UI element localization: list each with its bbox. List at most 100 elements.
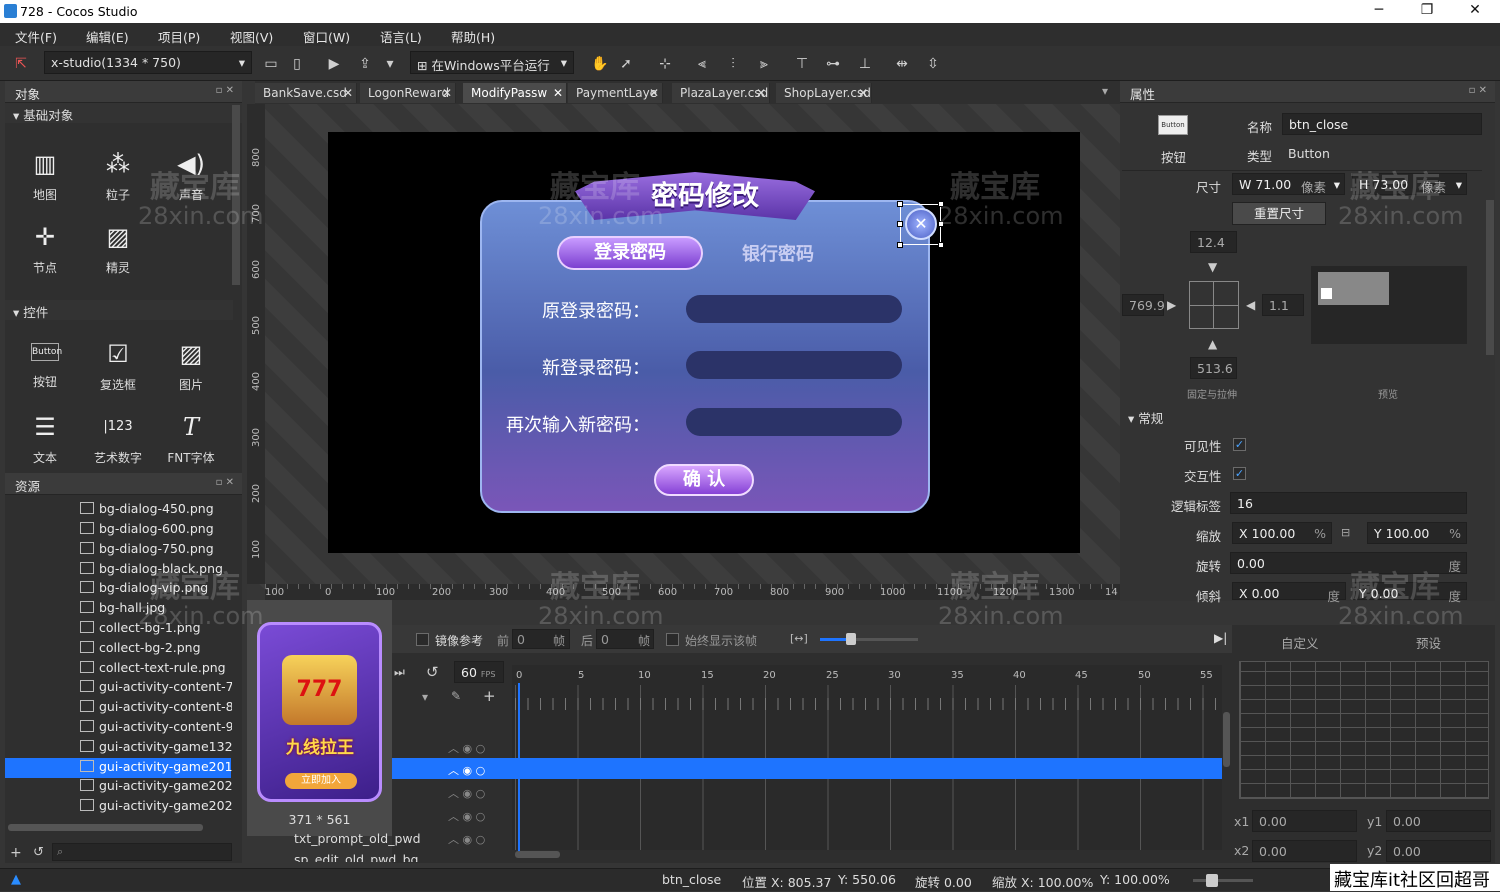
old-password-input[interactable]	[686, 295, 902, 323]
control-checkbox[interactable]: ☑ 复选框	[83, 329, 153, 399]
resize-handle[interactable]	[897, 201, 903, 207]
resource-item[interactable]: gui-activity-content-8.png	[80, 699, 232, 719]
edit-icon[interactable]: ✎	[451, 689, 461, 703]
align-top-icon[interactable]: ⊤	[793, 55, 811, 73]
confirm-password-input[interactable]	[686, 408, 902, 436]
tab-logonreward[interactable]: LogonReward ✕	[360, 83, 456, 103]
panel-close-icon[interactable]: ▫ ✕	[1469, 85, 1487, 96]
object-particle[interactable]: ⁂ 粒子	[83, 139, 153, 209]
tab-shoplayer[interactable]: ShopLayer.csd ✕	[776, 83, 872, 103]
timeline-selected-row[interactable]	[392, 758, 1222, 779]
maximize-button[interactable]: ❐	[1412, 2, 1442, 20]
distribute-v-icon[interactable]: ⇳	[924, 55, 942, 73]
goto-end-icon[interactable]: ⏭	[394, 665, 405, 680]
x2-input[interactable]: 0.00	[1252, 840, 1357, 862]
properties-scrollbar[interactable]	[1486, 200, 1494, 355]
timeline-node-label[interactable]: txt_prompt_old_pwd	[294, 831, 421, 846]
dialog-close-button[interactable]: ✕	[905, 208, 937, 240]
control-button[interactable]: Button 按钮	[10, 329, 80, 399]
timeline-node-label[interactable]: sp_edit_old_pwd_bg	[294, 852, 418, 862]
control-text[interactable]: ☰ 文本	[10, 402, 80, 472]
bank-password-tab[interactable]: 银行密码	[718, 240, 838, 266]
row-controls[interactable]: ︿ ◉ ○	[448, 808, 485, 824]
minimize-button[interactable]: ─	[1364, 2, 1394, 20]
row-controls[interactable]: ︿ ◉ ○	[448, 831, 485, 847]
menu-help[interactable]: 帮助(H)	[451, 27, 495, 46]
object-map[interactable]: ▥ 地图	[10, 139, 80, 209]
resources-hscrollbar[interactable]	[8, 824, 203, 831]
menu-window[interactable]: 窗口(W)	[303, 27, 350, 46]
resource-item[interactable]: gui-activity-game2020	[80, 778, 232, 798]
portrait-icon[interactable]: ▯	[288, 55, 306, 73]
resource-item[interactable]: gui-activity-game2022	[80, 798, 232, 818]
distribute-h-icon[interactable]: ⇹	[893, 55, 911, 73]
object-node[interactable]: ✛ 节点	[10, 212, 80, 282]
top-margin-input[interactable]: 12.4	[1190, 231, 1237, 253]
general-section[interactable]: ▾ 常规	[1120, 406, 1482, 426]
close-icon[interactable]: ✕	[858, 86, 868, 100]
resize-handle[interactable]	[897, 221, 903, 227]
reset-size-button[interactable]: 重置尺寸	[1232, 202, 1326, 225]
zoom-slider-thumb[interactable]	[846, 633, 856, 645]
menu-edit[interactable]: 编辑(E)	[86, 27, 129, 46]
control-fnt[interactable]: T FNT字体	[156, 402, 226, 472]
pin-left-icon[interactable]: ▶	[1167, 298, 1176, 312]
tabs-overflow-icon[interactable]: ▾	[1102, 84, 1108, 98]
right-margin-input[interactable]: 1.1	[1262, 294, 1304, 316]
resize-handle[interactable]	[938, 242, 944, 248]
y2-input[interactable]: 0.00	[1386, 840, 1491, 862]
fps-input[interactable]: 60 FPS	[454, 661, 504, 683]
warning-icon[interactable]: ▲	[11, 872, 21, 887]
add-icon[interactable]: +	[483, 687, 496, 705]
menu-language[interactable]: 语言(L)	[380, 27, 422, 46]
scale-x-input[interactable]: X 100.00%	[1232, 522, 1332, 544]
status-zoom-thumb[interactable]	[1206, 874, 1218, 887]
controls-section[interactable]: ▾ 控件	[5, 300, 233, 320]
panel-close-icon[interactable]: ▫ ✕	[216, 477, 234, 488]
tab-modifypassword[interactable]: ModifyPassw ✕	[463, 83, 567, 103]
x1-input[interactable]: 0.00	[1252, 810, 1357, 832]
refresh-icon[interactable]: ↺	[33, 845, 44, 860]
pointer-tool-icon[interactable]: ➚	[617, 55, 635, 73]
landscape-icon[interactable]: ▭	[262, 55, 280, 73]
preset-curve-tab[interactable]: 预设	[1416, 633, 1441, 652]
interactive-checkbox[interactable]: ✓	[1233, 467, 1246, 480]
add-icon[interactable]: +	[10, 845, 22, 861]
resource-search-input[interactable]: ⌕	[52, 843, 232, 861]
close-window-button[interactable]: ✕	[1460, 2, 1490, 20]
tag-input[interactable]: 16	[1230, 492, 1467, 514]
timeline-vscrollbar[interactable]	[1223, 712, 1230, 767]
hand-tool-icon[interactable]: ✋	[591, 55, 609, 73]
align-bottom-icon[interactable]: ⊥	[856, 55, 874, 73]
panel-close-icon[interactable]: ▫ ✕	[216, 85, 234, 96]
resource-item[interactable]: collect-bg-2.png	[80, 640, 232, 660]
resource-item[interactable]: gui-activity-content-7.png	[80, 679, 232, 699]
menu-file[interactable]: 文件(F)	[15, 27, 57, 46]
align-right-icon[interactable]: ⫸	[755, 55, 773, 73]
pin-bottom-icon[interactable]: ▲	[1208, 337, 1217, 351]
menu-project[interactable]: 项目(P)	[158, 27, 200, 46]
bottom-margin-input[interactable]: 513.6	[1190, 357, 1237, 379]
control-image[interactable]: ▨ 图片	[156, 329, 226, 399]
name-input[interactable]: btn_close	[1282, 113, 1482, 135]
tab-plazalayer[interactable]: PlazaLayer.csd ✕	[672, 83, 770, 103]
resource-item[interactable]: bg-dialog-600.png	[80, 521, 232, 541]
scale-y-input[interactable]: Y 100.00%	[1367, 522, 1467, 544]
status-zoom-track[interactable]	[1193, 879, 1253, 882]
row-controls-selected[interactable]: ︿ ◉ ○	[448, 762, 485, 778]
align-vcenter-icon[interactable]: ⊶	[824, 55, 842, 73]
resize-handle[interactable]	[897, 242, 903, 248]
control-atlas-label[interactable]: |123 艺术数字	[83, 402, 153, 472]
row-controls[interactable]: ︿ ◉ ○	[448, 740, 485, 756]
custom-curve-tab[interactable]: 自定义	[1281, 633, 1319, 652]
publish-icon[interactable]: ⇱	[12, 55, 30, 73]
resource-item-selected[interactable]: gui-activity-game2019	[80, 759, 232, 779]
resource-item[interactable]: bg-dialog-750.png	[80, 541, 232, 561]
resource-item[interactable]: collect-text-rule.png	[80, 660, 232, 680]
resource-item[interactable]: gui-activity-game132.png	[80, 739, 232, 759]
always-show-checkbox[interactable]: ✓	[666, 633, 679, 646]
fit-icon[interactable]: [↔]	[790, 632, 808, 645]
close-icon[interactable]: ✕	[442, 86, 452, 100]
skew-x-input[interactable]: X 0.00 度	[1232, 582, 1346, 604]
close-icon[interactable]: ✕	[649, 86, 659, 100]
